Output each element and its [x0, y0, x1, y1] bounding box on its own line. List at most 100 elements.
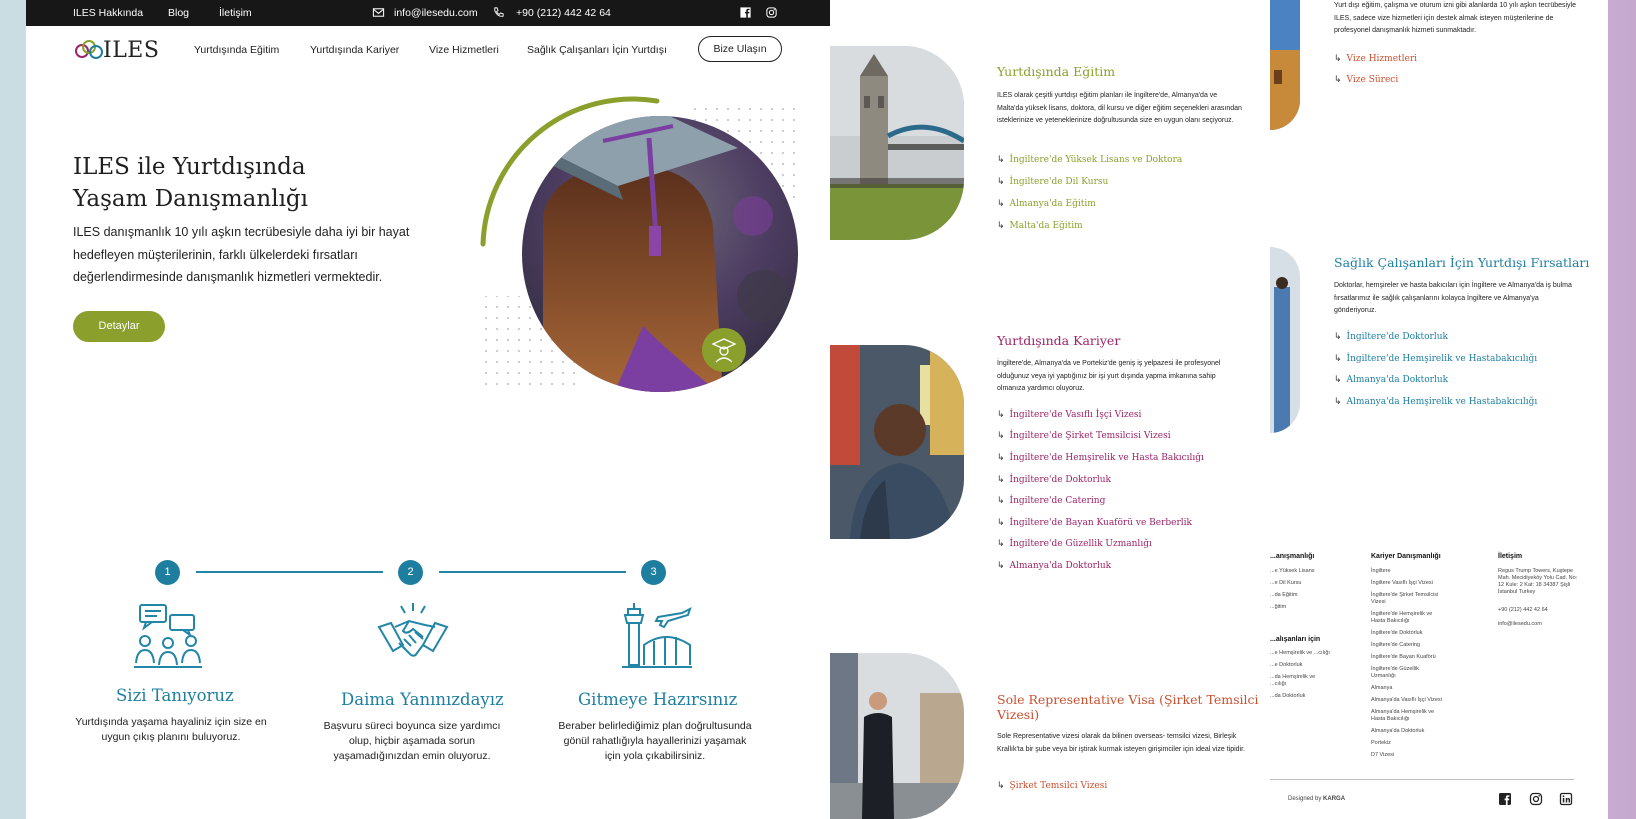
- footer-link[interactable]: ...e Doktorluk: [1270, 662, 1330, 669]
- footer-link[interactable]: ...e Hemşirelik ve ...cılığı: [1270, 650, 1330, 657]
- city-man-photo: [830, 345, 964, 539]
- education-link-4[interactable]: ↳ Malta'da Eğitim: [997, 221, 1083, 231]
- graduation-hero-image: [479, 96, 801, 392]
- footer-link[interactable]: Portekiz: [1371, 740, 1443, 747]
- details-button[interactable]: Detaylar: [73, 311, 165, 342]
- career-link-6[interactable]: ↳ İngiltere'de Bayan Kuaförü ve Berberlik: [997, 518, 1192, 528]
- health-link-4[interactable]: ↳ Almanya'da Hemşirelik ve Hastabakıcılığ…: [1334, 397, 1537, 407]
- feature-3-text: Beraber belirlediğimiz plan doğrultusund…: [558, 720, 752, 762]
- career-link-2[interactable]: ↳ İngiltere'de Şirket Temsilcisi Vizesi: [997, 431, 1171, 441]
- footer-col1b-items: ...e Hemşirelik ve ...cılığı ...e Doktor…: [1270, 650, 1330, 700]
- career-link-1[interactable]: ↳ İngiltere'de Vasıflı İşçi Vizesi: [997, 410, 1141, 420]
- visa-text: Yurt dışı eğitim, çalışma ve oturum izni…: [1334, 2, 1576, 34]
- phone-link[interactable]: +90 (212) 442 42 64: [516, 7, 611, 19]
- contact-us-button[interactable]: Bize Ulaşın: [698, 36, 782, 62]
- footer-facebook-icon[interactable]: [1498, 792, 1512, 806]
- footer-address: Regus Trump Towers, Kuştepe Mah. Mecidiy…: [1498, 568, 1578, 595]
- nav-career[interactable]: Yurtdışında Kariyer: [310, 44, 399, 56]
- handshake-icon: [377, 603, 449, 657]
- footer-link[interactable]: ...ğitim: [1270, 604, 1330, 611]
- footer-link[interactable]: İngiltere'de Catering: [1371, 642, 1443, 649]
- footer-link[interactable]: İngiltere'de Hemşirelik ve Hasta Bakıcıl…: [1371, 611, 1443, 625]
- nav-visa[interactable]: Vize Hizmetleri: [429, 44, 499, 56]
- nav-health[interactable]: Sağlık Çalışanları İçin Yurtdışı: [527, 44, 667, 56]
- footer-col1-items: ...e Yüksek Lisans ...e Dil Kursu ...da …: [1270, 568, 1330, 611]
- step-2-badge: 2: [398, 560, 423, 585]
- career-link-5[interactable]: ↳ İngiltere'de Catering: [997, 496, 1105, 506]
- visa-link-2[interactable]: ↳ Vize Süreci: [1334, 75, 1398, 85]
- footer-link[interactable]: ...da Doktorluk: [1270, 693, 1330, 700]
- nav-education[interactable]: Yurtdışında Eğitim: [194, 44, 279, 56]
- footer-divider: [1270, 779, 1574, 780]
- footer-phone[interactable]: +90 (212) 442 42 64: [1498, 607, 1548, 614]
- section-health-text: Doktorlar, hemşireler ve hasta bakıcılar…: [1334, 282, 1572, 314]
- footer-link[interactable]: İngiltere'de Güzellik Uzmanlığı: [1371, 666, 1443, 680]
- footer-instagram-icon[interactable]: [1529, 792, 1543, 806]
- chat-group-icon: [134, 604, 202, 668]
- health-link-3[interactable]: ↳ Almanya'da Doktorluk: [1334, 375, 1448, 385]
- section-sole-rep-text: Sole Representative vizesi olarak da bil…: [997, 733, 1245, 753]
- footer-link[interactable]: Almanya: [1371, 685, 1443, 692]
- services-page-panel: Yurtdışında Eğitim ILES olarak çeşitli y…: [830, 0, 1270, 819]
- section-education-text: ILES olarak çeşitli yurtdışı eğitim plan…: [997, 92, 1242, 124]
- businessman-photo: [830, 653, 964, 819]
- footer-link[interactable]: Almanya'da Doktorluk: [1371, 728, 1443, 735]
- footer-linkedin-icon[interactable]: [1559, 792, 1573, 806]
- feature-3-title: Gitmeye Hazırsınız: [578, 690, 738, 709]
- footer-link[interactable]: İngiltere'de Doktorluk: [1371, 630, 1443, 637]
- footer-link[interactable]: ...da Eğitim: [1270, 592, 1330, 599]
- footer-link[interactable]: İngiltere Vasıflı İşçi Vizesi: [1371, 580, 1443, 587]
- section-education-title: Yurtdışında Eğitim: [997, 64, 1116, 79]
- feature-1-text: Yurtdışında yaşama hayaliniz için size e…: [75, 716, 267, 743]
- footer-link[interactable]: ...e Dil Kursu: [1270, 580, 1330, 587]
- section-sole-rep-title: Sole Representative Visa (Şirket Temsilc…: [997, 692, 1259, 722]
- step-connector-1: [196, 571, 383, 573]
- education-link-3[interactable]: ↳ Almanya'da Eğitim: [997, 199, 1096, 209]
- footer-col1-title: ...anışmanlığı: [1270, 553, 1315, 560]
- designer-name[interactable]: KARGA: [1323, 796, 1345, 802]
- feature-2-text: Başvuru süreci boyunca size yardımcı olu…: [323, 720, 501, 762]
- footer-link[interactable]: Almanya'da Vasıflı İşçi Vizesi: [1371, 697, 1443, 704]
- blog-link[interactable]: Blog: [168, 7, 189, 19]
- contact-link[interactable]: İletişim: [219, 7, 252, 19]
- section-health-title: Sağlık Çalışanları İçin Yurtdışı Fırsatl…: [1334, 255, 1590, 270]
- footer-link[interactable]: İngiltere'de Bayan Kuaförü: [1371, 654, 1443, 661]
- hero-text: ILES danışmanlık 10 yılı aşkın tecrübesi…: [73, 225, 410, 284]
- footer-career-title: Kariyer Danışmanlığı: [1371, 553, 1441, 560]
- about-link[interactable]: ILES Hakkında: [73, 7, 143, 19]
- feature-1-title: Sizi Tanıyoruz: [116, 686, 234, 705]
- step-3-badge: 3: [641, 560, 666, 585]
- hero-title-line1: ILES ile Yurtdışında: [73, 154, 306, 180]
- career-link-7[interactable]: ↳ İngiltere'de Güzellik Uzmanlığı: [997, 539, 1152, 549]
- instagram-icon[interactable]: [765, 6, 778, 19]
- footer-email[interactable]: info@ilesedu.com: [1498, 621, 1542, 628]
- phone-icon: [494, 7, 504, 17]
- education-link-1[interactable]: ↳ İngiltere'de Yüksek Lisans ve Doktora: [997, 155, 1182, 165]
- feature-2-title: Daima Yanınızdayız: [341, 690, 504, 709]
- visa-link-1[interactable]: ↳ Vize Hizmetleri: [1334, 54, 1417, 64]
- education-link-2[interactable]: ↳ İngiltere'de Dil Kursu: [997, 177, 1108, 187]
- footer-link[interactable]: Almanya'da Hemşirelik ve Hasta Bakıcılığ…: [1371, 709, 1443, 723]
- footer-link[interactable]: D7 Vizesi: [1371, 752, 1443, 759]
- airport-icon: [622, 603, 692, 668]
- footer-link[interactable]: İngiltere: [1371, 568, 1443, 575]
- footer-link[interactable]: İngiltere'de Şirket Temsilcisi Vizesi: [1371, 592, 1443, 606]
- facebook-icon[interactable]: [739, 6, 752, 19]
- nurse-photo: [1270, 247, 1300, 433]
- email-link[interactable]: info@ilesedu.com: [394, 7, 478, 19]
- designed-by: Designed by KARGA: [1288, 796, 1346, 802]
- health-link-2[interactable]: ↳ İngiltere'de Hemşirelik ve Hastabakıcıl…: [1334, 354, 1537, 364]
- career-link-3[interactable]: ↳ İngiltere'de Hemşirelik ve Hasta Bakıcı…: [997, 453, 1204, 463]
- career-link-4[interactable]: ↳ İngiltere'de Doktorluk: [997, 475, 1111, 485]
- section-career-title: Yurtdışında Kariyer: [997, 333, 1121, 348]
- career-link-8[interactable]: ↳ Almanya'da Doktorluk: [997, 561, 1111, 571]
- footer-link[interactable]: ...e Yüksek Lisans: [1270, 568, 1330, 575]
- health-link-1[interactable]: ↳ İngiltere'de Doktorluk: [1334, 332, 1448, 342]
- london-bridge-photo: [830, 46, 964, 240]
- footer-contact-title: İletişim: [1498, 553, 1523, 560]
- home-page-panel: ILES Hakkında Blog İletişim info@ilesedu…: [26, 0, 830, 819]
- mail-icon: [372, 8, 385, 17]
- sole-rep-title-line1: Sole Representative Visa (Şirket Temsilc…: [997, 692, 1259, 707]
- footer-link[interactable]: ...da Hemşirelik ve ...cılığı: [1270, 674, 1330, 688]
- sole-rep-link-1[interactable]: ↳ Şirket Temsilci Vizesi: [997, 781, 1107, 791]
